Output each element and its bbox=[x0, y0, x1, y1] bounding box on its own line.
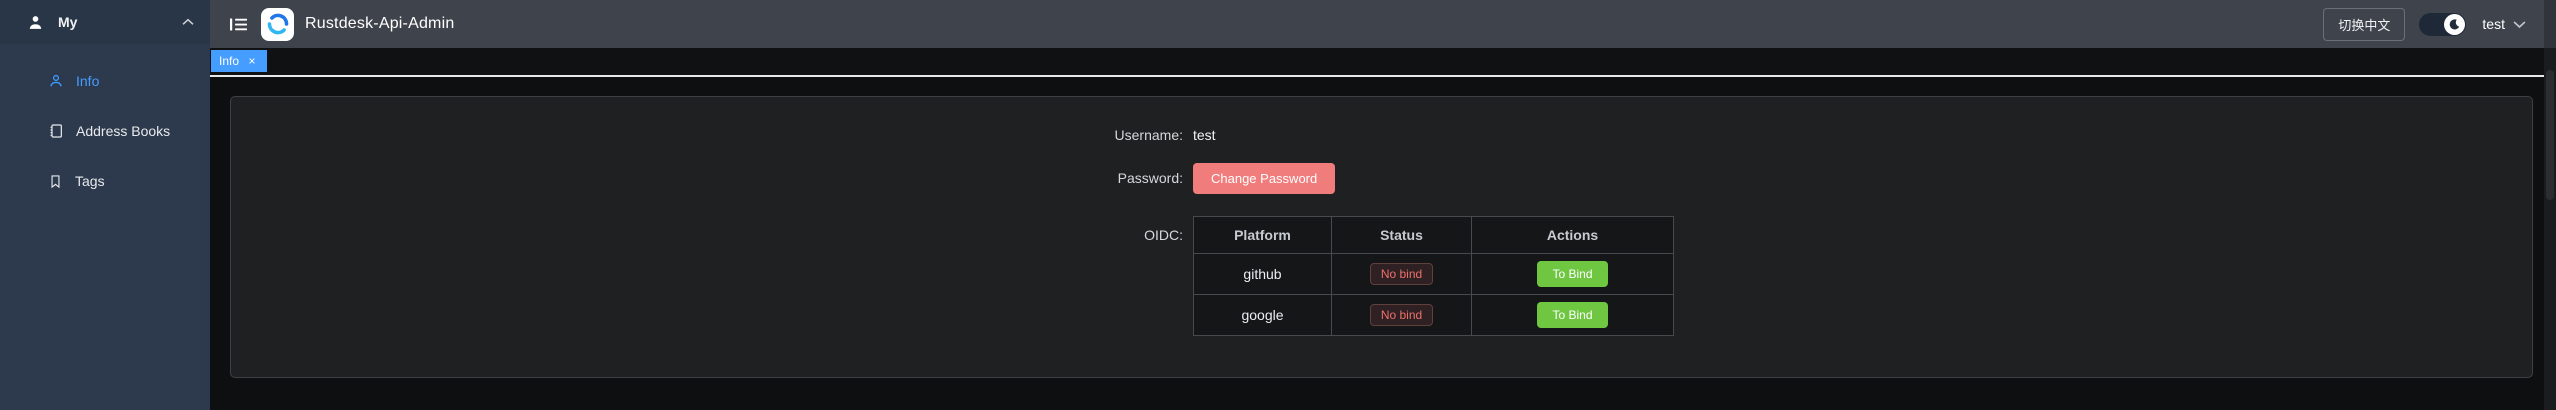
actions-cell: To Bind bbox=[1472, 295, 1674, 336]
column-header-status: Status bbox=[1332, 217, 1472, 254]
dark-mode-toggle[interactable] bbox=[2419, 13, 2466, 36]
scrollbar-thumb[interactable] bbox=[2546, 70, 2554, 200]
address-book-icon bbox=[48, 123, 64, 139]
scrollbar[interactable] bbox=[2544, 0, 2556, 410]
sidebar-item-label: Tags bbox=[75, 173, 105, 189]
status-badge: No bind bbox=[1370, 304, 1433, 326]
column-header-platform: Platform bbox=[1194, 217, 1332, 254]
status-badge: No bind bbox=[1370, 263, 1433, 285]
fold-menu-icon[interactable] bbox=[230, 17, 247, 32]
username-value: test bbox=[1193, 125, 1216, 145]
app-title: Rustdesk-Api-Admin bbox=[305, 15, 454, 33]
sidebar-item-label: Info bbox=[76, 73, 99, 89]
sidebar: My Info Address Books bbox=[0, 0, 210, 410]
table-row-google: google No bind To Bind bbox=[1194, 295, 1674, 336]
sidebar-item-address-books[interactable]: Address Books bbox=[0, 106, 210, 156]
user-icon bbox=[27, 14, 44, 31]
navbar-actions: 切换中文 test bbox=[2323, 8, 2526, 41]
change-password-button[interactable]: Change Password bbox=[1193, 163, 1335, 194]
person-outline-icon bbox=[48, 73, 64, 89]
to-bind-button[interactable]: To Bind bbox=[1537, 261, 1607, 287]
to-bind-button[interactable]: To Bind bbox=[1537, 302, 1607, 328]
oidc-label: OIDC: bbox=[231, 216, 1193, 254]
switch-language-button[interactable]: 切换中文 bbox=[2323, 8, 2405, 41]
top-navbar: Rustdesk-Api-Admin 切换中文 test bbox=[210, 0, 2544, 48]
sidebar-section-label: My bbox=[58, 14, 182, 30]
actions-cell: To Bind bbox=[1472, 254, 1674, 295]
sidebar-item-tags[interactable]: Tags bbox=[0, 156, 210, 206]
chevron-down-icon bbox=[2513, 20, 2526, 29]
tab-label: Info bbox=[219, 54, 239, 68]
moon-icon bbox=[2448, 18, 2461, 31]
platform-cell: github bbox=[1194, 254, 1332, 295]
sidebar-menu: Info Address Books Tags bbox=[0, 56, 210, 206]
tab-info[interactable]: Info × bbox=[211, 50, 267, 72]
username-label: Username: bbox=[231, 125, 1193, 145]
oidc-table: Platform Status Actions github No bind bbox=[1193, 216, 1674, 336]
toggle-knob bbox=[2444, 14, 2465, 35]
rustdesk-logo bbox=[261, 8, 294, 41]
close-icon[interactable]: × bbox=[245, 54, 259, 68]
table-row-github: github No bind To Bind bbox=[1194, 254, 1674, 295]
user-dropdown[interactable]: test bbox=[2482, 16, 2526, 32]
scrollbar-header-cap bbox=[2544, 0, 2556, 48]
username-row: Username: test bbox=[231, 125, 2532, 145]
bookmark-icon bbox=[48, 174, 63, 189]
oidc-row: OIDC: Platform Status Actions github bbox=[231, 216, 2532, 336]
profile-card: Username: test Password: Change Password… bbox=[230, 96, 2533, 378]
tags-view-bar: Info × bbox=[210, 48, 2544, 77]
rustdesk-admin-app: My Info Address Books bbox=[0, 0, 2556, 410]
platform-cell: google bbox=[1194, 295, 1332, 336]
column-header-actions: Actions bbox=[1472, 217, 1674, 254]
password-row: Password: Change Password bbox=[231, 163, 2532, 194]
status-cell: No bind bbox=[1332, 254, 1472, 295]
password-label: Password: bbox=[231, 163, 1193, 194]
sidebar-section-my[interactable]: My bbox=[0, 0, 210, 44]
main-content: Username: test Password: Change Password… bbox=[210, 79, 2544, 410]
status-cell: No bind bbox=[1332, 295, 1472, 336]
current-username: test bbox=[2482, 16, 2505, 32]
chevron-up-icon bbox=[182, 18, 194, 26]
sidebar-item-info[interactable]: Info bbox=[0, 56, 210, 106]
sidebar-item-label: Address Books bbox=[76, 123, 170, 139]
